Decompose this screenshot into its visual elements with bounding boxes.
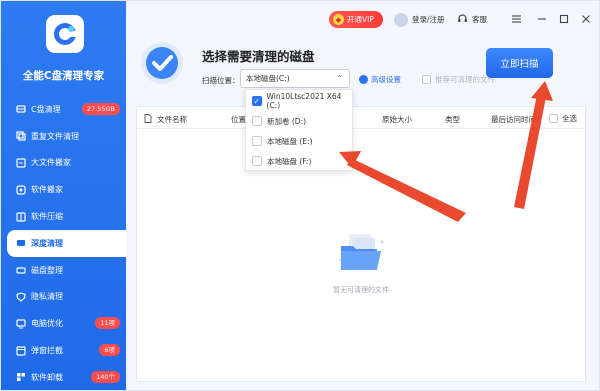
sidebar-item-privacy[interactable]: 隐私清理: [1, 284, 126, 311]
sidebar-item-label: 隐私清理: [31, 292, 63, 302]
shield-check-icon: [138, 39, 186, 87]
advanced-label: 高级设置: [371, 75, 401, 84]
empty-folder-icon: [335, 232, 387, 274]
scan-position-label: 扫描位置：: [202, 76, 240, 85]
broom-icon: [15, 104, 26, 115]
compress-icon: [15, 211, 26, 222]
diamond-icon: ◆: [333, 14, 344, 25]
advanced-settings-link[interactable]: 高级设置: [359, 74, 401, 85]
popup-block-icon: [15, 345, 26, 356]
col-last-access: 最后访问时间: [491, 115, 536, 124]
sidebar-item-optimize[interactable]: 电脑优化 11项: [1, 310, 126, 337]
scan-now-button[interactable]: 立即扫描: [486, 48, 553, 78]
disk-option-label: Win10Ltsc2021 X64 (C:): [266, 92, 342, 110]
disk-option-d[interactable]: 新加卷 (D:): [252, 114, 306, 128]
avatar: [394, 12, 408, 27]
gear-icon: [359, 75, 368, 84]
sidebar-item-large-file[interactable]: 大文件搬家: [1, 150, 126, 177]
optimize-icon: [15, 318, 26, 329]
select-all[interactable]: 全选: [549, 113, 577, 124]
sidebar: 全能C盘清理专家 C盘清理 27.55GB 重复文件清理 大文件搬家 软件搬家: [1, 1, 126, 390]
disk-dropdown: ✓ Win10Ltsc2021 X64 (C:) 新加卷 (D:) 本地磁盘 (…: [245, 89, 353, 171]
checkbox-checked[interactable]: ✓: [252, 96, 262, 106]
size-badge: 27.55GB: [81, 103, 120, 115]
app-window: 全能C盘清理专家 C盘清理 27.55GB 重复文件清理 大文件搬家 软件搬家: [0, 0, 600, 391]
sidebar-item-app-move[interactable]: 软件搬家: [1, 176, 126, 203]
sidebar-item-label: 大文件搬家: [31, 158, 71, 168]
count-badge: 140个: [91, 370, 120, 383]
disk-select[interactable]: 本地磁盘(C:) ⌃: [240, 69, 350, 88]
count-badge: 11项: [95, 317, 120, 330]
vip-button[interactable]: ◆ 开通VIP: [329, 11, 383, 28]
disk-option-label: 新加卷 (D:): [267, 116, 307, 126]
page-title: 选择需要清理的磁盘: [202, 49, 315, 64]
disk-option-label: 本地磁盘 (E:): [267, 136, 313, 146]
file-table: 文件名称 位置 原始大小 类型 最后访问时间 全选 暂无可清理的文件: [136, 106, 586, 382]
deep-clean-icon: [15, 238, 26, 249]
col-file-name: 文件名称: [157, 115, 187, 124]
sidebar-item-label: 弹窗拦截: [31, 346, 63, 356]
sidebar-item-deep-clean[interactable]: 深度清理: [7, 229, 126, 257]
maximize-icon[interactable]: [557, 12, 571, 26]
sidebar-item-label: 软件卸载: [31, 372, 63, 382]
login-label: 登录/注册: [412, 15, 445, 24]
checkbox[interactable]: [422, 75, 431, 84]
app-title: 全能C盘清理专家: [22, 70, 105, 82]
sidebar-item-c-clean[interactable]: C盘清理 27.55GB: [1, 96, 126, 123]
uninstall-icon: [15, 372, 26, 383]
file-icon: [144, 114, 152, 125]
disk-option-f[interactable]: 本地磁盘 (F:): [252, 154, 312, 168]
table-header: 文件名称 位置 原始大小 类型 最后访问时间 全选: [137, 107, 585, 129]
checkbox[interactable]: [252, 136, 262, 146]
sidebar-item-duplicate[interactable]: 重复文件清理: [1, 123, 126, 150]
disk-option-label: 本地磁盘 (F:): [267, 156, 312, 166]
col-select-all: 全选: [562, 114, 577, 123]
col-original-size: 原始大小: [382, 115, 412, 124]
sidebar-item-label: 电脑优化: [31, 319, 63, 329]
service-button[interactable]: 客服: [457, 11, 487, 28]
headset-icon: [457, 13, 468, 26]
disk-option-c[interactable]: ✓ Win10Ltsc2021 X64 (C:): [252, 92, 352, 110]
privacy-icon: [15, 291, 26, 302]
checkbox[interactable]: [549, 114, 558, 123]
app-move-icon: [15, 184, 26, 195]
sidebar-item-uninstall[interactable]: 软件卸载 140个: [1, 364, 126, 390]
minimize-icon[interactable]: [535, 12, 549, 26]
checkbox[interactable]: [252, 156, 262, 166]
col-location: 位置: [231, 115, 246, 124]
vip-label: 开通VIP: [347, 15, 374, 24]
chevron-up-icon: ⌃: [336, 74, 343, 83]
service-label: 客服: [472, 15, 487, 24]
sidebar-item-disk[interactable]: 磁盘整理: [1, 257, 126, 284]
disk-icon: [15, 265, 26, 276]
checkbox[interactable]: [252, 116, 262, 126]
sidebar-item-label: 深度清理: [31, 238, 63, 248]
col-type: 类型: [445, 115, 460, 124]
file-move-icon: [15, 157, 26, 168]
close-icon[interactable]: [579, 12, 593, 26]
sidebar-item-label: 软件搬家: [31, 185, 63, 195]
duplicate-icon: [15, 131, 26, 142]
sidebar-item-compress[interactable]: 软件压缩: [1, 203, 126, 230]
sidebar-item-popup-block[interactable]: 弹窗拦截 6项: [1, 337, 126, 364]
selected-disk: 本地磁盘(C:): [246, 74, 290, 83]
disk-option-e[interactable]: 本地磁盘 (E:): [252, 134, 313, 148]
recommend-checkbox[interactable]: 推荐可清理的文件: [422, 74, 495, 85]
sidebar-nav: C盘清理 27.55GB 重复文件清理 大文件搬家 软件搬家 软件压缩 深度清理…: [1, 96, 126, 390]
empty-text: 暂无可清理的文件: [333, 286, 389, 294]
login-button[interactable]: 登录/注册: [394, 11, 445, 28]
app-logo: [46, 15, 84, 53]
sidebar-item-label: 软件压缩: [31, 212, 63, 222]
menu-icon[interactable]: [509, 12, 523, 26]
count-badge: 6项: [99, 344, 120, 357]
sidebar-item-label: 重复文件清理: [31, 131, 79, 141]
sidebar-item-label: C盘清理: [31, 104, 61, 114]
sidebar-item-label: 磁盘整理: [31, 265, 63, 275]
